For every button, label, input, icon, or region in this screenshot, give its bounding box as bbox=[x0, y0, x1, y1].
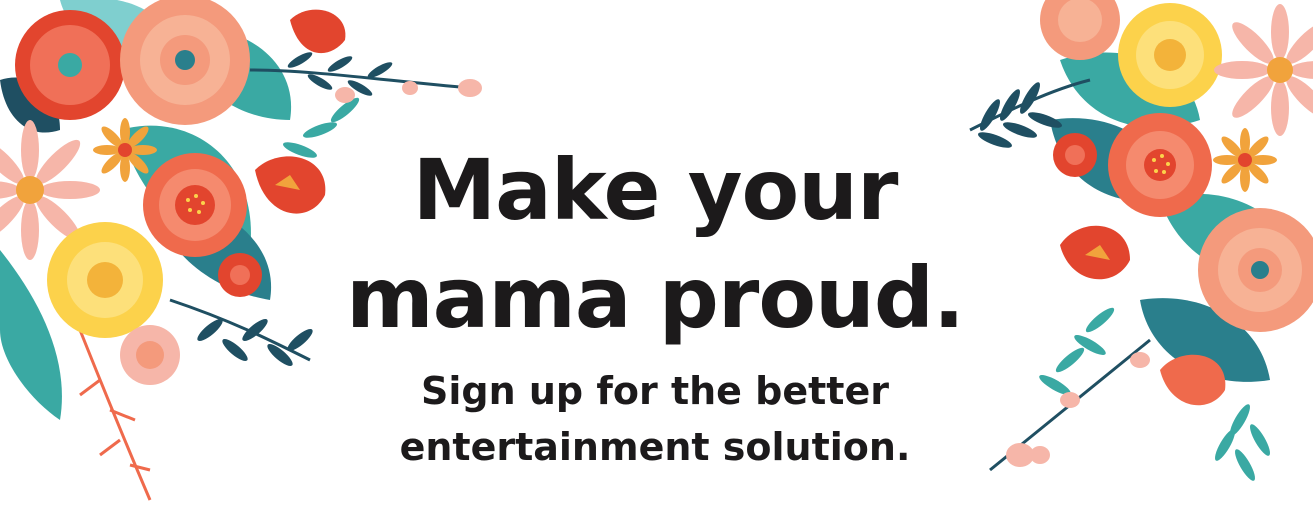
headline-line-1: Make your bbox=[412, 141, 899, 239]
floral-illustration-right bbox=[969, 0, 1313, 481]
subheadline-line-2: entertainment solution. bbox=[399, 425, 911, 469]
promo-banner: Make your mama proud. Sign up for the be… bbox=[0, 0, 1313, 506]
subheadline-line-1: Sign up for the better bbox=[420, 369, 889, 413]
headline-line-2: mama proud. bbox=[346, 249, 965, 347]
